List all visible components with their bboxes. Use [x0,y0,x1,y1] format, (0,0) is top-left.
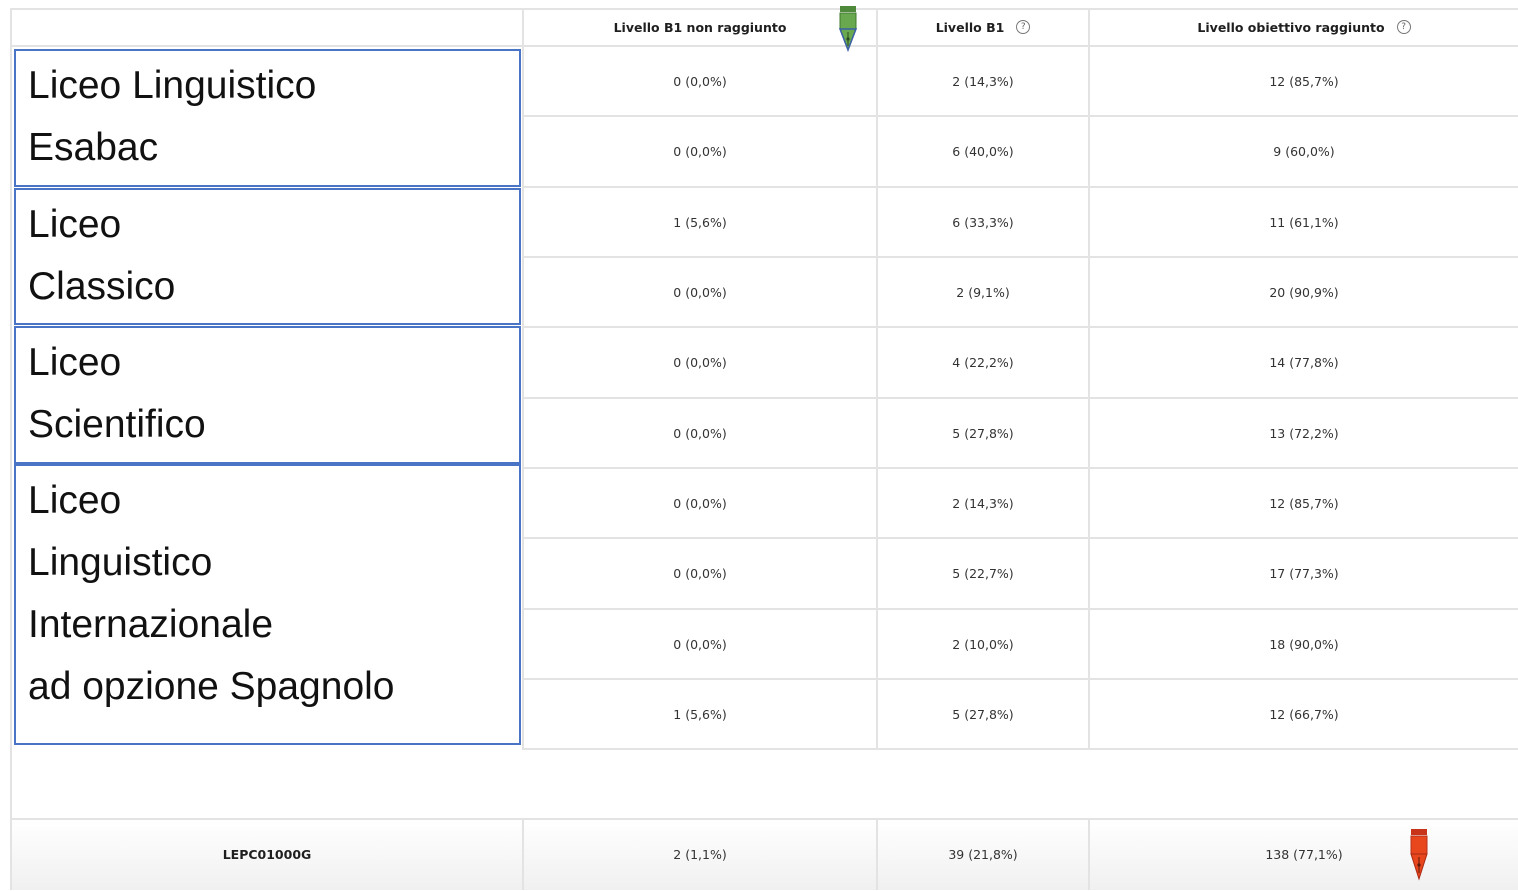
group-label-line: Liceo [28,341,122,384]
group-label-line: Liceo [28,203,122,246]
column-header-label: Livello B1 non raggiunto [613,19,787,35]
cell-b1: 2 (9,1%) [956,284,1010,300]
cell-b1-not-reached: 1 (5,6%) [673,706,727,722]
cell-b1-not-reached: 0 (0,0%) [673,425,727,441]
cell-objective-reached: 12 (85,7%) [1269,73,1339,89]
group-label-line: Liceo [28,479,122,522]
cell-b1: 2 (14,3%) [952,495,1014,511]
green-pen-icon [838,6,858,52]
cell-b1: 5 (22,7%) [952,566,1014,581]
total-b1: 39 (21,8%) [948,846,1018,862]
column-header-b1[interactable]: Livello B1 ? [878,8,1088,46]
cell-b1-not-reached: 0 (0,0%) [673,73,727,89]
total-school-code: LEPC01000G [222,846,312,862]
group-label-line: Scientifico [28,403,206,446]
column-header-label: Livello B1 [935,19,1005,35]
cell-b1: 5 (27,8%) [952,706,1014,722]
cell-b1-not-reached: 0 (0,0%) [673,355,727,370]
column-header-objective-reached[interactable]: Livello obiettivo raggiunto ? [1090,8,1518,46]
group-box-liceo-linguistico-internazionale: Liceo Linguistico Internazionale ad opzi… [14,464,521,745]
help-icon[interactable]: ? [1396,20,1411,34]
group-box-liceo-scientifico: Liceo Scientifico [14,326,521,464]
group-label-line: Liceo Linguistico [28,64,317,107]
column-header-b1-not-reached[interactable]: Livello B1 non raggiunto [524,8,876,46]
cell-b1: 2 (10,0%) [952,636,1014,652]
column-header-label: Livello obiettivo raggiunto [1197,19,1385,35]
cell-b1: 6 (40,0%) [952,144,1014,159]
cell-objective-reached: 17 (77,3%) [1269,566,1339,581]
red-pen-icon [1410,829,1428,881]
group-label-line: Esabac [28,126,159,169]
total-objective-reached: 138 (77,1%) [1265,846,1343,862]
cell-b1-not-reached: 0 (0,0%) [673,284,727,300]
group-label-line: Linguistico [28,541,213,584]
grid-line [10,8,12,890]
cell-objective-reached: 20 (90,9%) [1269,284,1339,300]
group-box-liceo-classico: Liceo Classico [14,188,521,325]
group-label-line: Classico [28,265,176,308]
cell-objective-reached: 13 (72,2%) [1269,425,1339,441]
help-icon[interactable]: ? [1016,20,1031,34]
cell-b1-not-reached: 1 (5,6%) [673,214,727,230]
cell-objective-reached: 11 (61,1%) [1269,214,1339,230]
cell-b1-not-reached: 0 (0,0%) [673,636,727,652]
cell-objective-reached: 14 (77,8%) [1269,355,1339,370]
cell-objective-reached: 18 (90,0%) [1269,636,1339,652]
cell-b1: 6 (33,3%) [952,214,1014,230]
cell-b1-not-reached: 0 (0,0%) [673,495,727,511]
cell-objective-reached: 12 (85,7%) [1269,495,1339,511]
cell-objective-reached: 12 (66,7%) [1269,706,1339,722]
grid-line [522,748,1518,750]
group-label-line: Internazionale [28,603,274,646]
total-b1-not-reached: 2 (1,1%) [673,846,727,862]
cell-b1: 5 (27,8%) [952,425,1014,441]
group-label-line: ad opzione Spagnolo [28,665,395,708]
cell-objective-reached: 9 (60,0%) [1273,144,1335,159]
cell-b1-not-reached: 0 (0,0%) [673,566,727,581]
cell-b1: 2 (14,3%) [952,73,1014,89]
cell-b1: 4 (22,2%) [952,355,1014,370]
cell-b1-not-reached: 0 (0,0%) [673,144,727,159]
group-box-liceo-linguistico-esabac: Liceo Linguistico Esabac [14,49,521,187]
